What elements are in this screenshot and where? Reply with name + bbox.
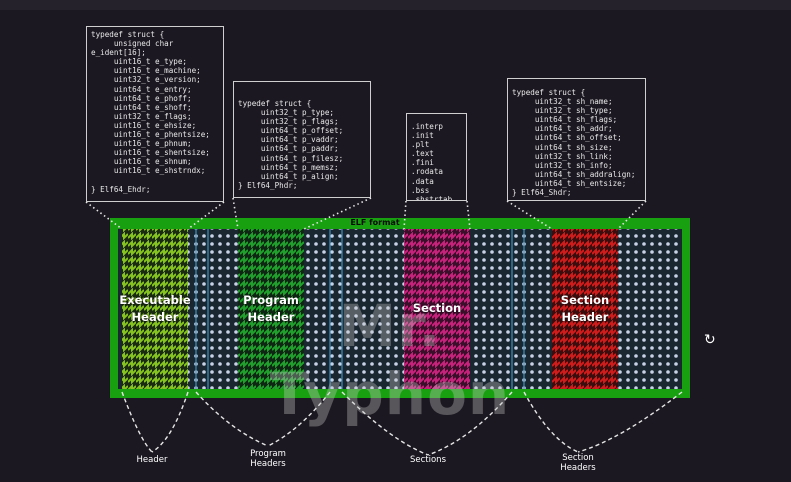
- elf64-shdr-struct: typedef struct { uint32_t sh_name; uint3…: [507, 78, 646, 201]
- bottom-connectors: [121, 391, 683, 456]
- replay-icon[interactable]: ↻: [704, 332, 716, 348]
- bottom-label-section-headers: Section Headers: [560, 453, 596, 473]
- elf64-phdr-struct: typedef struct { uint32_t p_type; uint32…: [233, 81, 371, 198]
- program-header-label: Program Header: [243, 293, 299, 324]
- elf64-ehdr-struct: typedef struct { unsigned char e_ident[1…: [86, 26, 224, 202]
- bottom-label-program-headers: Program Headers: [250, 449, 286, 469]
- bottom-label-header: Header: [136, 455, 168, 465]
- elf-format-title: ELF format: [350, 218, 400, 227]
- section-header-label: Section Header: [560, 293, 610, 324]
- bottom-label-sections: Sections: [409, 455, 446, 465]
- section-label: Section: [412, 301, 462, 315]
- section-names-list: .interp .init .plt .text .fini .rodata .…: [406, 113, 467, 201]
- executable-header-label: Executable Header: [119, 293, 191, 324]
